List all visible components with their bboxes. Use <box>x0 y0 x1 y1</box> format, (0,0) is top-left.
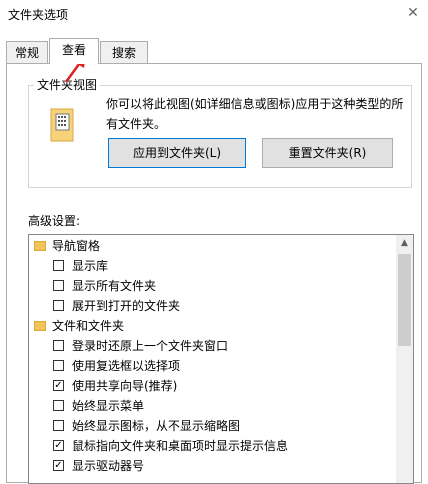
checkbox-checked[interactable]: ✓ <box>53 460 64 471</box>
list-item[interactable]: ✓ 使用共享向导(推荐) <box>53 376 177 396</box>
checkbox[interactable] <box>53 340 64 351</box>
checkbox[interactable] <box>53 420 64 431</box>
checkbox-checked[interactable]: ✓ <box>53 380 64 391</box>
scroll-up-icon[interactable]: ▲ <box>396 235 413 252</box>
list-item[interactable]: 展开到打开的文件夹 <box>53 296 180 316</box>
folder-icon <box>34 240 46 251</box>
tab-view[interactable]: 查看 <box>49 38 99 64</box>
list-item[interactable]: 始终显示菜单 <box>53 396 144 416</box>
close-icon[interactable]: ✕ <box>402 2 424 24</box>
apply-to-folders-button[interactable]: 应用到文件夹(L) <box>108 138 246 168</box>
reset-folders-button[interactable]: 重置文件夹(R) <box>262 138 393 168</box>
list-item[interactable]: ✓ 鼠标指向文件夹和桌面项时显示提示信息 <box>53 436 288 456</box>
checkbox[interactable] <box>53 300 64 311</box>
checkbox[interactable] <box>53 280 64 291</box>
advanced-settings-label: 高级设置: <box>28 214 81 228</box>
tab-general[interactable]: 常规 <box>6 41 48 63</box>
checkbox[interactable] <box>53 360 64 371</box>
folder-icon <box>34 320 46 331</box>
folder-view-description: 你可以将此视图(如详细信息或图标)应用于这种类型的所有文件夹。 <box>106 97 404 131</box>
list-item[interactable]: 导航窗格 <box>34 236 100 256</box>
folder-view-icon <box>50 108 74 142</box>
checkbox-checked[interactable]: ✓ <box>53 440 64 451</box>
scrollbar[interactable]: ▲ <box>396 235 413 483</box>
list-item[interactable]: 始终显示图标，从不显示缩略图 <box>53 416 240 436</box>
list-item[interactable]: 登录时还原上一个文件夹窗口 <box>53 336 228 356</box>
checkbox[interactable] <box>53 400 64 411</box>
list-item[interactable]: 文件和文件夹 <box>34 316 124 336</box>
scroll-thumb[interactable] <box>398 254 411 346</box>
advanced-settings-list[interactable]: 导航窗格 显示库 显示所有文件夹 展开到打开的文件夹 文件和文件夹 登录时还原上… <box>28 234 414 484</box>
tab-search[interactable]: 搜索 <box>100 41 148 63</box>
list-item[interactable]: 显示所有文件夹 <box>53 276 156 296</box>
checkbox[interactable] <box>53 260 64 271</box>
list-item[interactable]: 使用复选框以选择项 <box>53 356 180 376</box>
list-item[interactable]: ✓ 显示驱动器号 <box>53 456 144 476</box>
window-title: 文件夹选项 <box>8 8 69 22</box>
list-item[interactable]: 显示库 <box>53 256 108 276</box>
